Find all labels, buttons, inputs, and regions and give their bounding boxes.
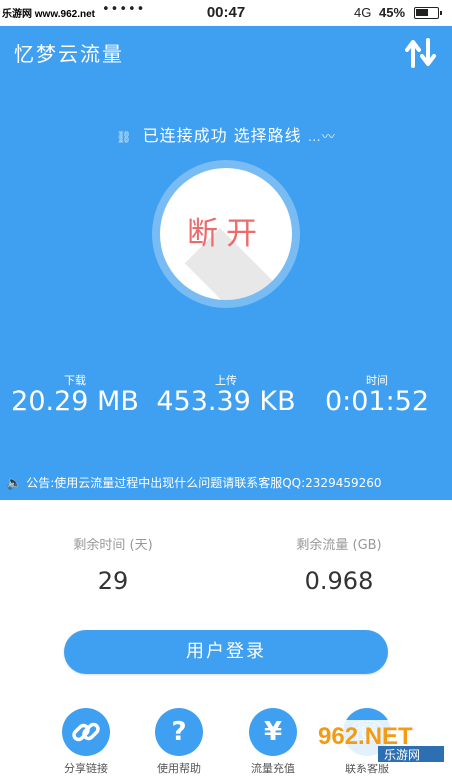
battery-icon [414,7,442,19]
watermark-sub: 乐游网 [384,748,420,762]
remaining-time-value: 29 [97,567,129,595]
share-link-button[interactable] [62,708,110,756]
time-value: 0:01:52 [324,386,430,417]
dock-label-help: 使用帮助 [157,762,201,775]
question-icon: ? [171,717,187,747]
app-title: 忆梦云流量 [14,42,124,66]
remaining-traffic-value: 0.968 [304,567,374,595]
dock-label-share: 分享链接 [64,762,108,775]
watermark-brand: 962.NET [318,723,413,750]
connection-status-text: 已连接成功 选择路线 [142,126,302,145]
remaining-time-label: 剩余时间 (天) [73,538,153,553]
notice-bar: 🔈 公告:使用云流量过程中出现什么问题请联系客服QQ:2329459260 [6,474,382,491]
yen-icon: ¥ [263,717,283,747]
battery-percent: 45% [379,5,406,20]
notice-text: 公告:使用云流量过程中出现什么问题请联系客服QQ:2329459260 [26,476,382,490]
upload-stat: 上传 453.39 KB [148,372,304,417]
remaining-time: 剩余时间 (天) 29 [0,534,226,595]
connection-status[interactable]: ⛓ 已连接成功 选择路线 …〰 [0,122,452,146]
disconnect-label: 断开 [187,216,265,252]
connection-panel: 忆梦云流量 ⛓ 已连接成功 选择路线 …〰 断开 下载 20.29 MB 上传 … [0,26,452,500]
time-label: 时间 [366,374,388,387]
time-stat: 时间 0:01:52 [312,372,442,417]
watermark-top-left: 乐游网 www.962.net [2,9,95,20]
watermark-logo: 962.NET 乐游网 [312,720,448,764]
disconnect-button[interactable]: 断开 [160,168,292,300]
remaining-traffic-label: 剩余流量 (GB) [296,538,382,553]
link-icon: ⛓ [116,130,133,144]
link-icon [72,722,100,742]
upload-label: 上传 [215,374,237,387]
download-stat: 下载 20.29 MB [0,372,150,417]
remaining-traffic: 剩余流量 (GB) 0.968 [226,534,452,595]
login-button[interactable]: 用户登录 [64,630,388,674]
upload-value: 453.39 KB [156,386,296,417]
recharge-button[interactable]: ¥ [249,708,297,756]
route-arrow-icon: …〰 [307,130,336,145]
speaker-icon: 🔈 [6,476,23,491]
download-label: 下载 [64,374,86,387]
help-button[interactable]: ? [155,708,203,756]
up-down-arrows-icon[interactable] [404,36,438,70]
download-value: 20.29 MB [11,386,139,417]
dock-label-recharge: 流量充值 [251,762,295,775]
network-type: 4G [354,5,372,20]
